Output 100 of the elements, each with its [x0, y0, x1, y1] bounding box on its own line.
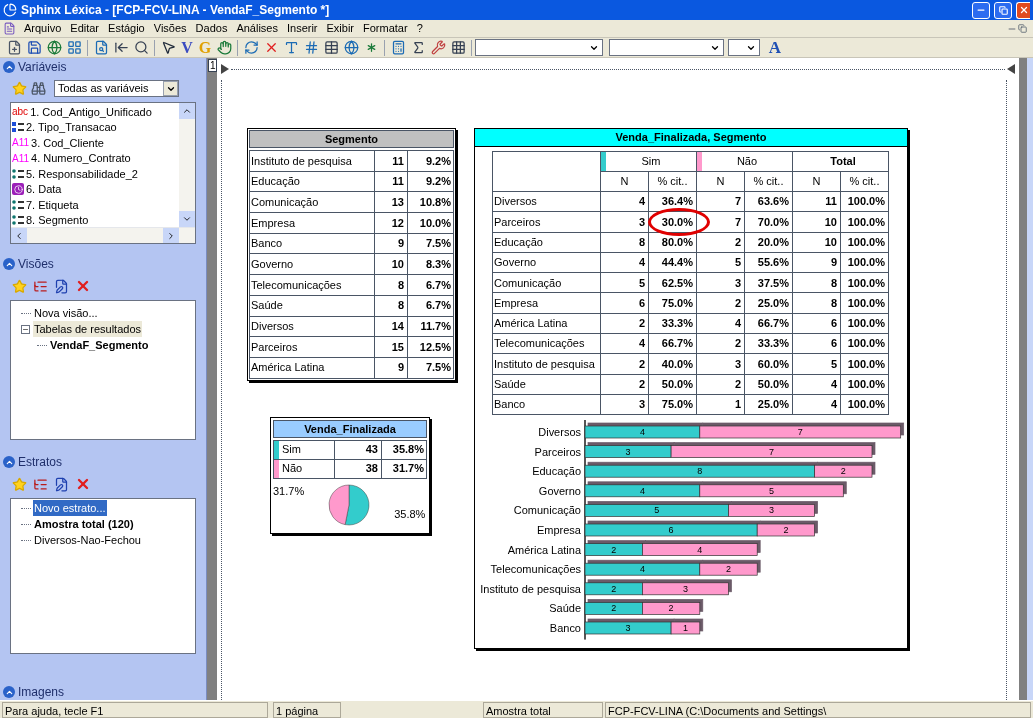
restore-icon	[998, 5, 1008, 15]
menu-item[interactable]: Visões	[149, 20, 191, 37]
menu-item[interactable]: Editar	[66, 20, 104, 37]
scrollbar[interactable]	[11, 227, 195, 243]
variable-item[interactable]: 1. Cod_Antigo_Unificado	[30, 103, 152, 120]
table-cell: 11.7%	[407, 316, 454, 337]
table-cell: 100.0%	[840, 293, 889, 314]
table-cell: 3	[600, 394, 649, 415]
bar: 3	[584, 621, 672, 635]
data-label: 2	[783, 525, 789, 536]
table-cell: 4	[792, 394, 841, 415]
tree-icon[interactable]	[33, 476, 48, 492]
table-cell: 8	[792, 272, 841, 293]
window-title: Sphinx Léxica - [FCP-FCV-LINA - VendaF_Segmento *]	[21, 2, 331, 19]
table-cell: 9.2%	[407, 171, 454, 192]
menu-item[interactable]: Exibir	[322, 20, 359, 37]
minimize-button[interactable]	[972, 1, 990, 19]
table-cell: 8	[374, 295, 408, 316]
table-cell: 3	[600, 211, 649, 233]
filter-dropdown[interactable]: Todas as variáveis	[54, 80, 179, 97]
column-header: Não	[735, 154, 759, 170]
collapse-icon[interactable]	[3, 258, 15, 270]
variable-item[interactable]: 4. Numero_Contrato	[31, 150, 131, 167]
bar: 7	[670, 445, 873, 459]
edit-icon[interactable]	[54, 278, 69, 294]
tree-item[interactable]: Novo estrato...	[33, 499, 107, 517]
menu-item[interactable]: Análises	[232, 20, 282, 37]
table-cell: 100.0%	[840, 191, 889, 212]
star-icon[interactable]	[12, 81, 27, 96]
tree-item[interactable]: Amostra total (120)	[33, 515, 135, 533]
data-label: 2	[668, 603, 674, 614]
data-label: 4	[639, 564, 645, 575]
variable-item[interactable]: 5. Responsabilidade_2	[26, 165, 138, 182]
column-header: Total	[829, 154, 857, 170]
row-header: Banco	[492, 394, 601, 415]
list-type-icon	[12, 215, 24, 226]
document-icon[interactable]	[3, 22, 16, 35]
variable-item[interactable]: 6. Data	[26, 181, 62, 198]
menu-item[interactable]: ?	[412, 20, 427, 37]
restore-icon[interactable]	[1018, 24, 1027, 33]
table-cell: 25.0%	[744, 293, 793, 314]
table-cell: 38	[334, 459, 382, 479]
data-label: 5	[654, 505, 660, 516]
menu-item[interactable]: Arquivo	[20, 20, 66, 37]
tree-item[interactable]: Nova visão...	[33, 304, 99, 322]
bar: 5	[699, 484, 844, 498]
delete-icon[interactable]	[75, 476, 91, 492]
collapse-icon[interactable]	[3, 456, 15, 468]
table-cell: 11	[792, 191, 841, 212]
edit-icon[interactable]	[54, 476, 69, 492]
tree-item[interactable]: Diversos-Nao-Fechou	[33, 531, 142, 549]
row-header: Empresa	[492, 293, 601, 314]
table-cell: 10.0%	[407, 212, 454, 234]
table-cell: América Latina	[249, 357, 375, 379]
close-button[interactable]	[1016, 1, 1030, 19]
table-cell: 100.0%	[840, 232, 889, 253]
font-button[interactable]: A	[766, 38, 784, 57]
delete-icon[interactable]	[75, 278, 91, 294]
toolbar-button[interactable]: V	[178, 38, 196, 57]
tree-icon[interactable]	[33, 278, 48, 294]
variable-item[interactable]: 8. Segmento	[26, 212, 89, 227]
menu-item[interactable]: Estágio	[104, 20, 149, 37]
table-cell: 75.0%	[648, 394, 697, 415]
bar: 1	[670, 621, 701, 635]
menu-item[interactable]: Formatar	[359, 20, 412, 37]
table-cell: 7.5%	[407, 233, 454, 254]
size-dropdown[interactable]	[728, 39, 760, 56]
bar: 3	[728, 504, 815, 517]
table-cell: 2	[696, 333, 745, 354]
row-header: Governo	[492, 252, 601, 273]
menu-item[interactable]: Inserir	[282, 20, 322, 37]
style-dropdown[interactable]	[609, 39, 724, 56]
table-cell: 4	[600, 191, 649, 212]
list-type-icon	[12, 122, 24, 133]
table-cell: 12.5%	[407, 336, 454, 358]
collapse-icon[interactable]	[21, 324, 30, 334]
variable-item[interactable]: 2. Tipo_Transacao	[26, 119, 117, 136]
tree-item[interactable]: VendaF_Segmento	[49, 336, 150, 354]
table-cell: 100.0%	[840, 374, 889, 395]
collapse-icon[interactable]	[3, 61, 15, 73]
variable-item[interactable]: 3. Cod_Cliente	[31, 134, 104, 151]
row-header: Saúde	[492, 374, 601, 395]
tree-item[interactable]: Tabelas de resultados	[33, 320, 142, 338]
table-cell: 4	[792, 374, 841, 395]
collapse-icon[interactable]	[3, 686, 15, 698]
table-cell: 8	[792, 293, 841, 314]
scrollbar[interactable]	[179, 103, 195, 227]
menu-item[interactable]: Dados	[191, 20, 232, 37]
data-label: 7	[797, 427, 803, 438]
status-text: Amostra total	[483, 702, 603, 718]
scrollbar[interactable]	[1027, 58, 1033, 700]
star-icon[interactable]	[12, 278, 27, 294]
variable-item[interactable]: 7. Etiqueta	[26, 196, 79, 213]
star-icon[interactable]	[12, 476, 27, 492]
table-cell: 2	[696, 232, 745, 253]
data-label: 3	[625, 446, 631, 457]
table-cell: 9.2%	[407, 150, 454, 172]
font-dropdown[interactable]	[475, 39, 603, 56]
restore-button[interactable]	[994, 1, 1012, 19]
binoculars-icon[interactable]	[31, 81, 46, 96]
